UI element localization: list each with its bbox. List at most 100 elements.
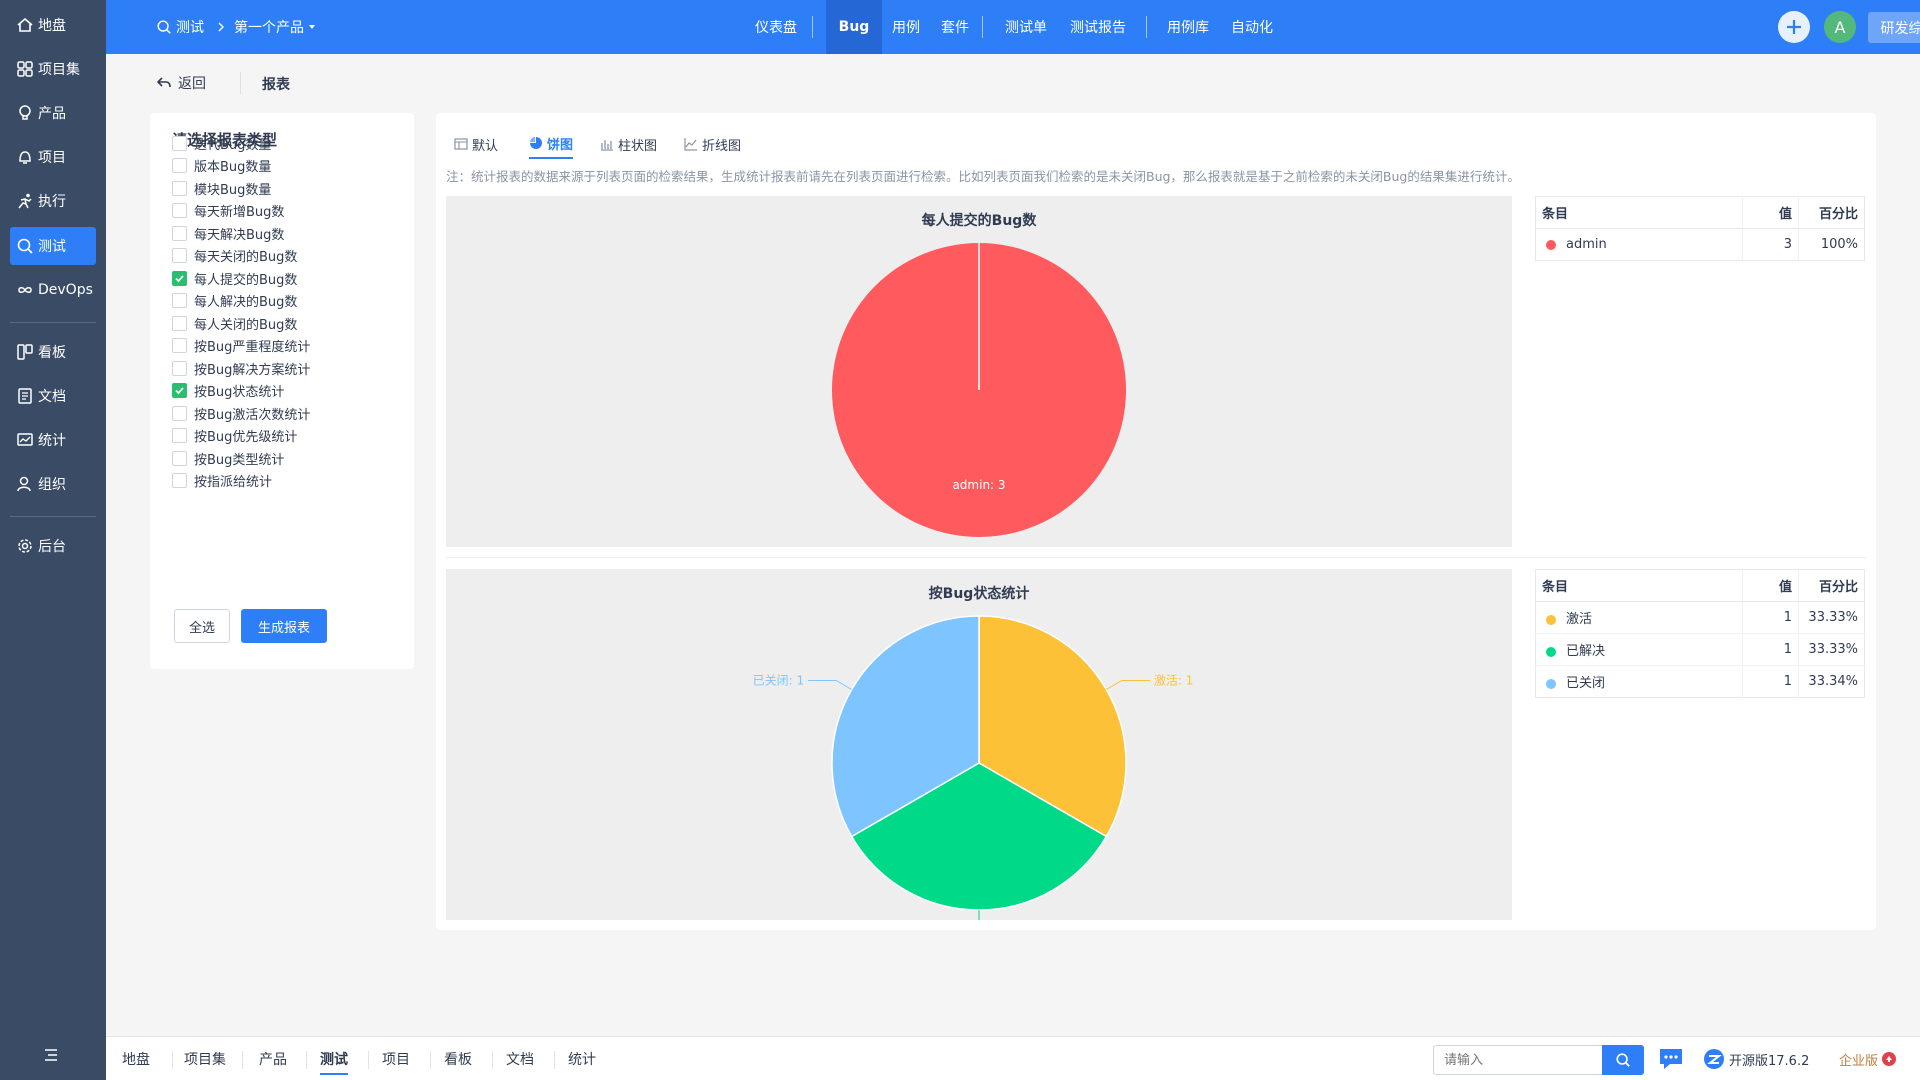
report-type-option[interactable]: 模块Bug数量: [172, 178, 271, 198]
report-type-option[interactable]: 按Bug激活次数统计: [172, 403, 310, 423]
checkbox[interactable]: [172, 360, 187, 376]
back-label: 返回: [178, 76, 206, 92]
tab-line[interactable]: 折线图: [684, 129, 741, 159]
bottom-nav-home[interactable]: 地盘: [122, 1037, 150, 1080]
runner-icon: [18, 193, 32, 209]
report-type-option[interactable]: 按Bug解决方案统计: [172, 358, 310, 378]
bottom-nav-stats[interactable]: 统计: [568, 1037, 596, 1080]
col-percent: 百分比: [1798, 196, 1865, 229]
bottom-nav-test[interactable]: 测试: [320, 1037, 348, 1080]
report-type-option[interactable]: 每人解决的Bug数: [172, 291, 297, 311]
bottom-nav-program[interactable]: 项目集: [184, 1037, 226, 1080]
checkbox[interactable]: [172, 203, 187, 218]
report-type-option[interactable]: 每人关闭的Bug数: [172, 313, 297, 333]
report-type-option[interactable]: 按Bug优先级统计: [172, 426, 297, 446]
product-dropdown[interactable]: 第一个产品: [234, 0, 317, 54]
report-type-panel: 请选择报表类型 迭代Bug数量 版本Bug数量 模块Bug数量 每天新增Bug数 每天解…: [150, 113, 414, 669]
option-label: 模块Bug数量: [194, 182, 272, 198]
checkbox[interactable]: [172, 473, 187, 488]
back-arrow-icon: [156, 77, 171, 88]
sidebar-item-org[interactable]: 组织: [10, 465, 96, 503]
nav-bug[interactable]: Bug: [826, 0, 882, 54]
chat-icon[interactable]: [1658, 1047, 1684, 1071]
sidebar-item-label: 产品: [38, 106, 66, 122]
legend-item-label: 已关闭: [1566, 676, 1606, 691]
sidebar-item-execution[interactable]: 执行: [10, 182, 96, 220]
version-info[interactable]: 开源版17.6.2: [1703, 1037, 1809, 1080]
nav-cases[interactable]: 用例: [882, 0, 930, 54]
upgrade-icon: [1882, 1052, 1897, 1066]
sidebar-item-admin[interactable]: 后台: [10, 527, 96, 565]
legend-value: 1: [1742, 665, 1799, 698]
legend-percent: 33.33%: [1798, 633, 1865, 666]
module-breadcrumb[interactable]: 测试: [156, 0, 204, 54]
document-icon: [18, 388, 32, 404]
checkbox[interactable]: [172, 405, 187, 421]
tab-bar[interactable]: 柱状图: [600, 129, 657, 159]
checkbox[interactable]: [172, 270, 187, 286]
checkbox[interactable]: [172, 338, 187, 353]
sidebar-item-stats[interactable]: 统计: [10, 421, 96, 459]
collapse-menu-icon[interactable]: [42, 1047, 60, 1063]
edition-upgrade-link[interactable]: 企业版: [1839, 1037, 1897, 1080]
checkbox[interactable]: [172, 158, 187, 173]
checkbox[interactable]: [172, 383, 187, 398]
nav-separator: [812, 16, 813, 38]
tab-pie[interactable]: 饼图: [529, 129, 574, 159]
nav-caselib[interactable]: 用例库: [1156, 0, 1220, 54]
report-type-option[interactable]: 按Bug状态统计: [172, 381, 284, 401]
checkbox[interactable]: [172, 428, 187, 443]
bottom-nav-project[interactable]: 项目: [382, 1037, 410, 1080]
sidebar-item-kanban[interactable]: 看板: [10, 333, 96, 371]
sidebar-item-program[interactable]: 项目集: [10, 50, 96, 88]
report-type-option[interactable]: 版本Bug数量: [172, 156, 271, 176]
nav-testreport[interactable]: 测试报告: [1058, 0, 1138, 54]
sidebar-item-project[interactable]: 项目: [10, 138, 96, 176]
nav-automation[interactable]: 自动化: [1220, 0, 1284, 54]
checkbox[interactable]: [172, 450, 187, 466]
checkbox[interactable]: [172, 315, 187, 331]
bottom-nav-product[interactable]: 产品: [259, 1037, 287, 1080]
generate-report-button[interactable]: 生成报表: [241, 609, 327, 643]
checkbox[interactable]: [172, 180, 187, 196]
report-type-option[interactable]: 按指派给统计: [172, 471, 272, 491]
checkbox[interactable]: [172, 248, 187, 263]
chart-divider: [446, 557, 1866, 558]
tab-default[interactable]: 默认: [454, 129, 498, 159]
sidebar-item-devops[interactable]: DevOps: [10, 271, 96, 309]
select-all-button[interactable]: 全选: [174, 609, 230, 643]
bottom-nav-kanban[interactable]: 看板: [444, 1037, 472, 1080]
nav-testtask[interactable]: 测试单: [994, 0, 1058, 54]
sidebar-item-home[interactable]: 地盘: [10, 6, 96, 44]
sidebar-item-doc[interactable]: 文档: [10, 377, 96, 415]
report-type-option[interactable]: 按Bug类型统计: [172, 448, 284, 468]
search-button[interactable]: [1602, 1045, 1644, 1075]
option-label: 版本Bug数量: [194, 160, 272, 175]
checkbox[interactable]: [172, 135, 187, 151]
pie-chart-1: admin: 3: [832, 243, 1126, 537]
legend-color-dot: [1546, 678, 1556, 689]
back-button[interactable]: 返回: [156, 72, 206, 94]
table-icon: [454, 138, 468, 150]
checkbox[interactable]: [172, 293, 187, 308]
tab-label: 折线图: [702, 138, 742, 154]
edition-label: 企业版: [1839, 1053, 1879, 1069]
sidebar-item-test[interactable]: 测试: [10, 227, 96, 265]
sidebar-item-product[interactable]: 产品: [10, 94, 96, 132]
avatar[interactable]: A: [1824, 11, 1856, 43]
report-type-option[interactable]: 每天解决Bug数: [172, 223, 284, 243]
ui-switch-button[interactable]: 研发综合界面: [1868, 12, 1920, 43]
report-type-option[interactable]: 按Bug严重程度统计: [172, 336, 310, 356]
report-type-option[interactable]: 每天新增Bug数: [172, 201, 284, 221]
report-type-option[interactable]: 每人提交的Bug数: [172, 268, 297, 288]
report-type-option[interactable]: 迭代Bug数量: [172, 133, 271, 153]
search-input[interactable]: [1433, 1045, 1609, 1075]
nav-dashboard[interactable]: 仪表盘: [736, 0, 816, 54]
option-label: 每人解决的Bug数: [194, 295, 298, 310]
report-type-option[interactable]: 每天关闭的Bug数: [172, 246, 297, 266]
tab-label: 柱状图: [618, 138, 658, 154]
checkbox[interactable]: [172, 225, 187, 241]
nav-suite[interactable]: 套件: [930, 0, 980, 54]
bottom-nav-doc[interactable]: 文档: [506, 1037, 534, 1080]
create-button[interactable]: [1778, 11, 1810, 43]
